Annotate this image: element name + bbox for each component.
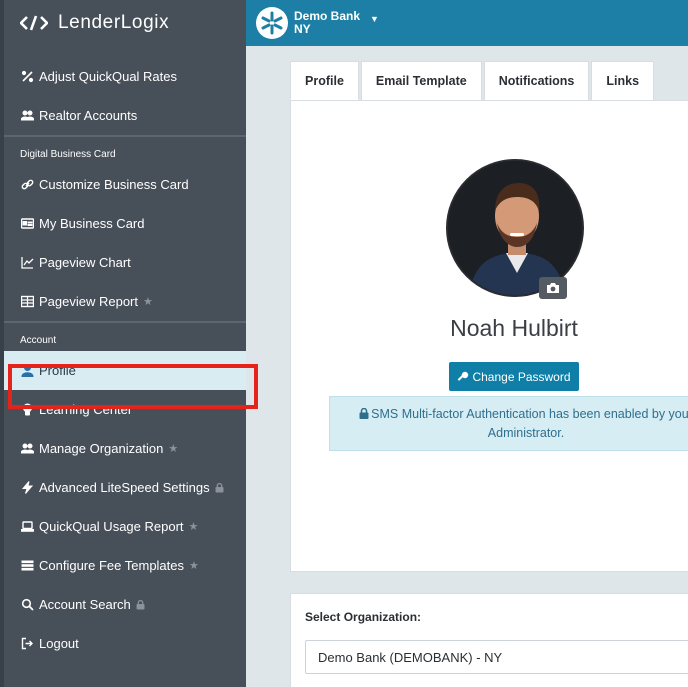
- bars-icon: [20, 559, 34, 573]
- camera-icon: [547, 283, 559, 293]
- lock-icon: [359, 407, 369, 419]
- sidebar-item-label: Logout: [39, 636, 79, 651]
- tab-links[interactable]: Links: [591, 61, 655, 100]
- bolt-icon: [20, 481, 34, 495]
- change-password-button[interactable]: Change Password: [449, 362, 579, 391]
- section-digital-business-card: Digital Business Card: [0, 135, 246, 165]
- sidebar-item-label: QuickQual Usage Report: [39, 519, 184, 534]
- sidebar-item-realtor-accounts[interactable]: Realtor Accounts: [0, 96, 246, 135]
- users-icon: [20, 442, 34, 456]
- lock-icon: [136, 599, 145, 609]
- caret-down-icon[interactable]: ▼: [370, 14, 379, 24]
- sidebar-item-label: Customize Business Card: [39, 177, 189, 192]
- sidebar-item-quickqual-usage-report[interactable]: QuickQual Usage Report ★: [0, 507, 246, 546]
- key-icon: [458, 371, 469, 381]
- sidebar-item-my-business-card[interactable]: My Business Card: [0, 204, 246, 243]
- star-icon: ★: [143, 296, 153, 308]
- table-icon: [20, 295, 34, 309]
- star-icon: ★: [189, 560, 199, 572]
- tab-profile[interactable]: Profile: [290, 61, 359, 100]
- sidebar-item-adjust-quickqual-rates[interactable]: Adjust QuickQual Rates: [0, 57, 246, 96]
- tab-email-template[interactable]: Email Template: [360, 61, 482, 100]
- sidebar-item-label: Realtor Accounts: [39, 108, 138, 123]
- code-brackets-icon: [20, 15, 48, 31]
- star-icon: ★: [188, 521, 199, 533]
- mfa-alert: SMS Multi-factor Authentication has been…: [329, 396, 688, 451]
- change-photo-button[interactable]: [539, 277, 567, 299]
- profile-name: Noah Hulbirt: [450, 315, 578, 341]
- brand-logo[interactable]: LenderLogix: [0, 0, 246, 46]
- sidebar-item-label: Manage Organization: [39, 441, 164, 456]
- brand-name: LenderLogix: [58, 12, 170, 33]
- star-icon: ★: [168, 443, 179, 455]
- topbar: Demo Bank NY ▼: [246, 0, 688, 46]
- sidebar-item-label: Profile: [39, 363, 76, 378]
- change-password-label: Change Password: [472, 369, 571, 384]
- laptop-icon: [20, 520, 34, 534]
- profile-tabs: Profile Email Template Notifications Lin…: [290, 61, 656, 100]
- percent-icon: [20, 70, 34, 84]
- sidebar-item-account-search[interactable]: Account Search: [0, 585, 246, 624]
- users-icon: [20, 109, 34, 123]
- bank-state: NY: [294, 22, 311, 36]
- lightbulb-icon: [20, 403, 34, 417]
- sidebar-item-label: Advanced LiteSpeed Settings: [39, 480, 210, 495]
- line-chart-icon: [20, 256, 34, 270]
- bank-switcher[interactable]: Demo Bank NY: [294, 10, 360, 36]
- organization-select[interactable]: Demo Bank (DEMOBANK) - NY: [305, 640, 688, 674]
- sidebar-item-pageview-chart[interactable]: Pageview Chart: [0, 243, 246, 282]
- sidebar-item-customize-business-card[interactable]: Customize Business Card: [0, 165, 246, 204]
- select-organization-label: Select Organization:: [305, 610, 422, 624]
- sidebar: LenderLogix Adjust QuickQual Rates Realto…: [0, 0, 246, 687]
- section-account: Account: [0, 321, 246, 351]
- user-icon: [20, 364, 34, 378]
- sidebar-item-label: Pageview Report: [39, 294, 138, 309]
- search-icon: [20, 598, 34, 612]
- tab-notifications[interactable]: Notifications: [483, 61, 590, 100]
- sidebar-item-configure-fee-templates[interactable]: Configure Fee Templates ★: [0, 546, 246, 585]
- sidebar-item-manage-organization[interactable]: Manage Organization ★: [0, 429, 246, 468]
- bank-logo-icon: [256, 7, 288, 39]
- logout-icon: [20, 637, 34, 651]
- sidebar-item-learning-center[interactable]: Learning Center: [0, 390, 246, 429]
- id-card-icon: [20, 217, 34, 231]
- lock-icon: [215, 482, 224, 492]
- sidebar-item-advanced-litespeed-settings[interactable]: Advanced LiteSpeed Settings: [0, 468, 246, 507]
- sidebar-item-logout[interactable]: Logout: [0, 624, 246, 663]
- sidebar-item-profile[interactable]: Profile: [0, 351, 246, 390]
- sidebar-item-label: Adjust QuickQual Rates: [39, 69, 178, 84]
- sidebar-item-label: Learning Center: [39, 402, 133, 417]
- sidebar-item-label: Account Search: [39, 597, 131, 612]
- sidebar-item-label: Pageview Chart: [39, 255, 131, 270]
- link-icon: [20, 178, 34, 192]
- sidebar-item-pageview-report[interactable]: Pageview Report ★: [0, 282, 246, 321]
- sidebar-item-label: My Business Card: [39, 216, 145, 231]
- sidebar-item-label: Configure Fee Templates: [39, 558, 185, 573]
- mfa-alert-text: SMS Multi-factor Authentication has been…: [371, 407, 688, 440]
